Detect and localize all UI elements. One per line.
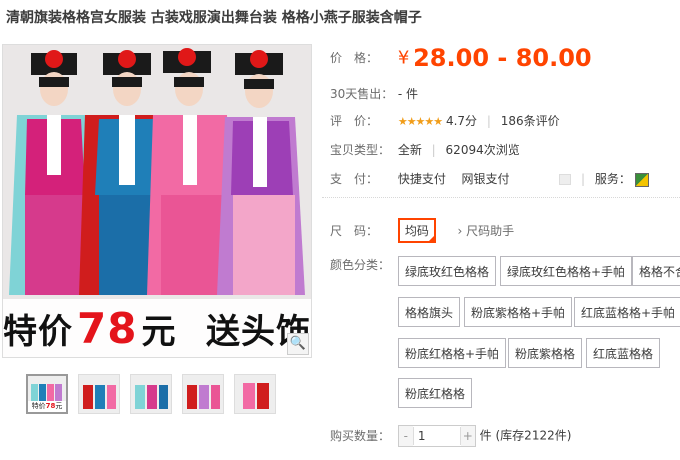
views-count: 62094次浏览 (445, 143, 520, 157)
color-label: 颜色分类： (330, 258, 391, 272)
chevron-down-icon[interactable] (559, 174, 572, 185)
quantity-minus-button[interactable]: - (398, 426, 413, 446)
sales-row: 30天售出： - 件 (330, 85, 418, 102)
payment-method-quick[interactable]: 快捷支付 (398, 172, 446, 186)
payment-method-bank[interactable]: 网银支付 (462, 172, 510, 186)
color-label-row: 颜色分类： (330, 256, 394, 273)
thumbnail-image (235, 375, 275, 413)
color-option[interactable]: 格格不合 (632, 256, 680, 286)
stock-info: (库存2122件) (495, 428, 572, 443)
thumbnail-4[interactable] (182, 374, 224, 414)
promo-suffix: 元 (141, 311, 177, 352)
size-row: 尺 码： 均码 › 尺码助手 (330, 218, 514, 243)
price-value: 28.00 - 80.00 (413, 44, 592, 72)
rating-stars: ★★★★★ (397, 115, 443, 128)
thumbnail-image (79, 375, 119, 413)
size-label: 尺 码： (330, 224, 379, 238)
color-option[interactable]: 粉底红格格 (398, 378, 473, 408)
color-option[interactable]: 绿底玫红色格格+手帕 (500, 256, 633, 286)
quantity-label: 购买数量： (330, 428, 391, 443)
color-option[interactable]: 粉底红格格+手帕 (398, 338, 507, 368)
quantity-row: 购买数量： - + 件 (库存2122件) (330, 425, 571, 447)
rating-count-link[interactable]: 186条评价 (501, 114, 560, 128)
color-option[interactable]: 粉底紫格格 (508, 338, 583, 368)
price-label: 价 格： (330, 50, 379, 65)
thumbnail-1[interactable]: 特价78元 (26, 374, 68, 414)
service-icon[interactable] (634, 172, 649, 187)
color-option[interactable]: 红底蓝格格+手帕 (574, 297, 680, 327)
item-type-value: 全新 (397, 143, 422, 157)
quantity-unit: 件 (479, 428, 492, 443)
rating-row: 评 价： ★★★★★ 4.7分 | 186条评价 (330, 114, 560, 128)
size-helper-link[interactable]: › 尺码助手 (458, 224, 515, 238)
color-option[interactable]: 绿底玫红色格格 (398, 256, 497, 286)
thumbnail-promo: 特价78元 (28, 401, 66, 412)
thumbnail-strip: 特价78元 (26, 374, 276, 414)
payment-label: 支 付： (330, 172, 379, 186)
magnifier-icon[interactable]: 🔍 (287, 333, 309, 355)
sales-label: 30天售出： (330, 87, 394, 101)
promo-price: 78 (77, 303, 138, 353)
service-label: 服务： (594, 172, 631, 186)
color-option[interactable]: 粉底紫格格+手帕 (464, 297, 573, 327)
price-symbol: ¥ (397, 47, 410, 69)
item-type-label: 宝贝类型： (330, 143, 391, 157)
color-option[interactable]: 红底蓝格格 (586, 338, 661, 368)
promo-prefix: 特价 (3, 311, 73, 352)
promo-banner: 特价 78 元送头饰 (3, 299, 311, 357)
payment-row: 支 付： 快捷支付 网银支付 | 服务： (330, 170, 649, 187)
rating-label: 评 价： (330, 114, 379, 128)
item-type-row: 宝贝类型： 全新 | 62094次浏览 (330, 143, 520, 157)
product-title: 清朝旗装格格宫女服装 古装戏服演出舞台装 格格小燕子服装含帽子 (6, 10, 422, 26)
sales-value: - 件 (397, 87, 418, 101)
thumbnail-image (183, 375, 223, 413)
divider (322, 197, 680, 198)
color-option[interactable]: 格格旗头 (398, 297, 461, 327)
thumbnail-3[interactable] (130, 374, 172, 414)
quantity-stepper: - + (397, 425, 476, 447)
rating-score: 4.7分 (445, 114, 478, 128)
thumbnail-5[interactable] (234, 374, 276, 414)
price-row: 价 格： ¥ 28.00 - 80.00 (330, 44, 592, 72)
thumbnail-image (131, 375, 171, 413)
size-option-selected[interactable]: 均码 (397, 218, 436, 243)
quantity-input[interactable] (412, 427, 461, 445)
quantity-plus-button[interactable]: + (460, 426, 475, 446)
thumbnail-2[interactable] (78, 374, 120, 414)
main-product-image[interactable]: 特价 78 元送头饰 🔍 (2, 44, 312, 358)
